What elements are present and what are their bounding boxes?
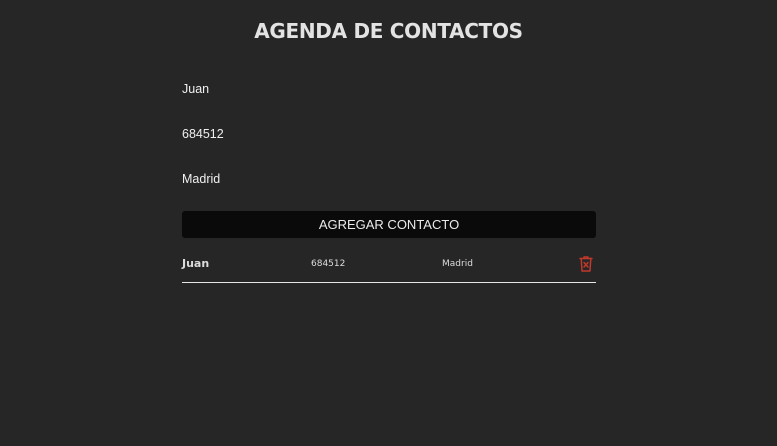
contact-name: Juan — [182, 257, 210, 270]
delete-contact-button[interactable] — [577, 255, 595, 273]
contact-list-item: Juan 684512 Madrid — [182, 250, 596, 283]
contact-city: Madrid — [442, 259, 473, 269]
contact-phone: 684512 — [311, 259, 346, 269]
name-input[interactable] — [182, 78, 596, 100]
phone-input[interactable] — [182, 123, 596, 145]
add-contact-button[interactable]: AGREGAR CONTACTO — [182, 211, 596, 238]
city-input[interactable] — [182, 168, 596, 190]
page-title: AGENDA DE CONTACTOS — [254, 19, 523, 43]
trash-x-icon — [579, 256, 593, 272]
